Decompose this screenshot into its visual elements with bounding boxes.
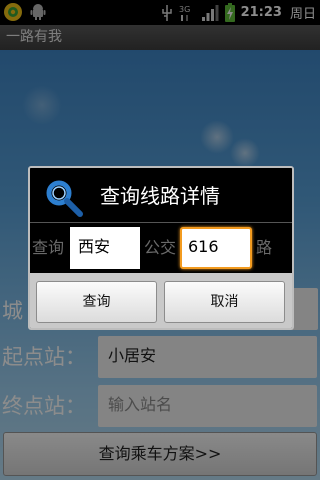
- dialog-cancel-button[interactable]: 取消: [164, 281, 285, 323]
- dialog-title: 查询线路详情: [100, 184, 220, 208]
- dialog-query-button[interactable]: 查询: [36, 281, 157, 323]
- dialog-header: 查询线路详情: [30, 168, 292, 222]
- dialog-button-bar: 查询 取消: [30, 273, 292, 328]
- dialog-city-input[interactable]: 西安: [70, 227, 140, 269]
- route-suffix-text: 路: [256, 238, 273, 257]
- query-prefix-text: 查询: [32, 238, 65, 257]
- dialog-body: 查询 西安 公交 616 路: [30, 223, 292, 273]
- bus-text: 公交: [144, 238, 177, 257]
- route-query-dialog: 查询线路详情 查询 西安 公交 616 路 查询 取消: [28, 166, 294, 330]
- route-number-input[interactable]: 616: [180, 227, 252, 269]
- search-icon: [46, 180, 83, 217]
